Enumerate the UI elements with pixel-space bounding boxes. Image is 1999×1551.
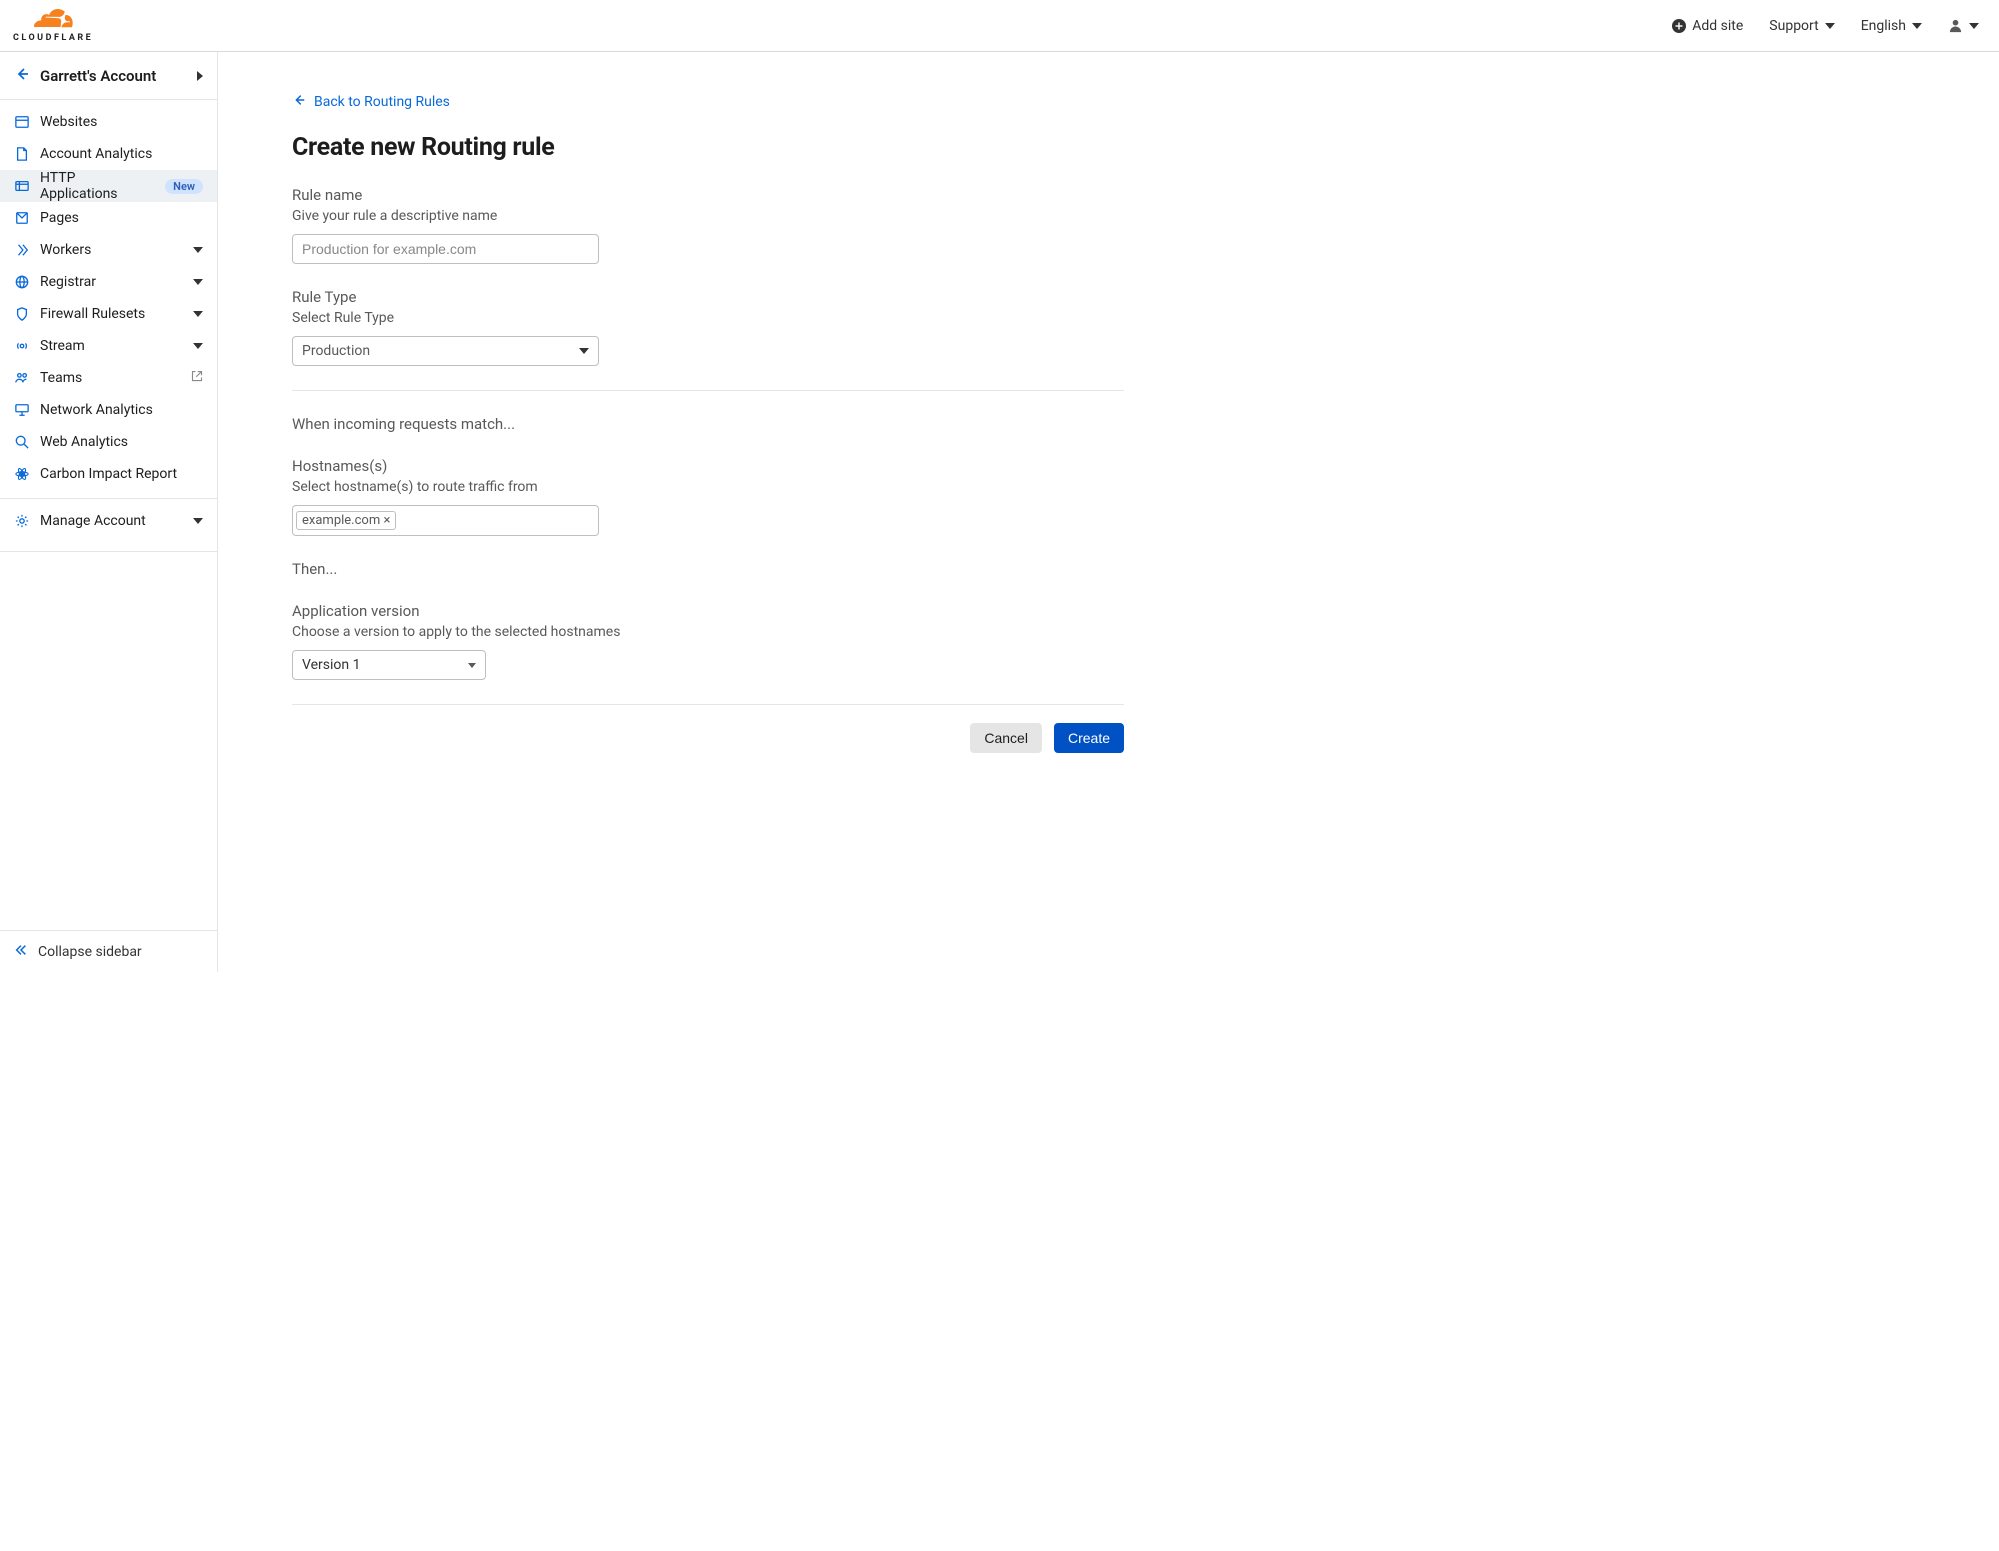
- sidebar-item-stream[interactable]: Stream: [0, 330, 217, 362]
- document-icon: [14, 146, 30, 162]
- chevron-down-icon: [193, 311, 203, 317]
- language-label: English: [1861, 18, 1906, 34]
- then-heading: Then...: [292, 560, 1344, 578]
- version-select[interactable]: Version 1: [292, 650, 486, 680]
- network-icon: [14, 402, 30, 418]
- sidebar-item-carbon-impact[interactable]: Carbon Impact Report: [0, 458, 217, 490]
- atom-icon: [14, 466, 30, 482]
- cloud-icon: [30, 9, 76, 33]
- hostnames-heading: Hostnames(s): [292, 457, 1344, 475]
- sidebar-item-label: Firewall Rulesets: [40, 306, 183, 322]
- chevron-down-icon: [1969, 23, 1979, 29]
- sidebar-item-web-analytics[interactable]: Web Analytics: [0, 426, 217, 458]
- chevron-down-icon: [1825, 23, 1835, 29]
- user-icon: [1948, 18, 1963, 33]
- gear-icon: [14, 513, 30, 529]
- user-menu[interactable]: [1948, 18, 1979, 33]
- sidebar-item-http-applications[interactable]: HTTP Applications New: [0, 170, 217, 202]
- version-heading: Application version: [292, 602, 1344, 620]
- sidebar-item-label: Workers: [40, 242, 183, 258]
- sidebar-item-label: Websites: [40, 114, 203, 130]
- window-icon: [14, 114, 30, 130]
- support-label: Support: [1769, 18, 1818, 34]
- rule-type-help: Select Rule Type: [292, 310, 1344, 326]
- sidebar-item-account-analytics[interactable]: Account Analytics: [0, 138, 217, 170]
- collapse-icon: [14, 943, 28, 961]
- sidebar-item-websites[interactable]: Websites: [0, 106, 217, 138]
- sidebar-item-manage-account[interactable]: Manage Account: [0, 499, 217, 543]
- sidebar-item-label: Teams: [40, 370, 181, 386]
- hostnames-help: Select hostname(s) to route traffic from: [292, 479, 1344, 495]
- plus-circle-icon: [1672, 19, 1686, 33]
- rule-type-select[interactable]: Production: [292, 336, 599, 366]
- applications-icon: [14, 178, 30, 194]
- create-button[interactable]: Create: [1054, 723, 1124, 753]
- rule-type-heading: Rule Type: [292, 288, 1344, 306]
- sidebar-item-teams[interactable]: Teams: [0, 362, 217, 394]
- chevron-down-icon: [579, 348, 589, 354]
- rule-type-value: Production: [302, 343, 579, 359]
- hostnames-input[interactable]: example.com ×: [292, 505, 599, 536]
- chevron-down-icon: [468, 663, 476, 668]
- account-selector[interactable]: Garrett's Account: [0, 52, 217, 100]
- chevron-down-icon: [193, 518, 203, 524]
- sidebar-item-label: Pages: [40, 210, 203, 226]
- shield-icon: [14, 306, 30, 322]
- topbar: CLOUDFLARE Add site Support English: [0, 0, 1999, 52]
- match-heading: When incoming requests match...: [292, 415, 1344, 433]
- collapse-sidebar-button[interactable]: Collapse sidebar: [0, 930, 217, 972]
- account-name: Garrett's Account: [40, 67, 187, 85]
- chevron-down-icon: [1912, 23, 1922, 29]
- sidebar-item-network-analytics[interactable]: Network Analytics: [0, 394, 217, 426]
- teams-icon: [14, 370, 30, 386]
- back-link[interactable]: Back to Routing Rules: [292, 93, 450, 111]
- workers-icon: [14, 242, 30, 258]
- cancel-button[interactable]: Cancel: [970, 723, 1042, 753]
- page-title: Create new Routing rule: [292, 133, 1344, 162]
- sidebar-item-label: Web Analytics: [40, 434, 203, 450]
- sidebar-item-registrar[interactable]: Registrar: [0, 266, 217, 298]
- sidebar: Garrett's Account Websites Account Analy…: [0, 52, 218, 972]
- hostname-chip[interactable]: example.com ×: [296, 511, 396, 530]
- add-site-label: Add site: [1692, 18, 1743, 34]
- sidebar-item-label: Carbon Impact Report: [40, 466, 203, 482]
- chevron-down-icon: [193, 279, 203, 285]
- chevron-down-icon: [193, 247, 203, 253]
- arrow-left-icon: [14, 66, 30, 86]
- hostname-chip-label: example.com ×: [302, 513, 390, 528]
- sidebar-item-label: Network Analytics: [40, 402, 203, 418]
- sidebar-item-label: Stream: [40, 338, 183, 354]
- rule-name-heading: Rule name: [292, 186, 1344, 204]
- arrow-left-icon: [292, 93, 306, 111]
- globe-icon: [14, 274, 30, 290]
- main-content: Back to Routing Rules Create new Routing…: [218, 52, 1418, 972]
- search-icon: [14, 434, 30, 450]
- sidebar-item-label: HTTP Applications: [40, 170, 155, 202]
- sidebar-item-firewall-rulesets[interactable]: Firewall Rulesets: [0, 298, 217, 330]
- new-badge: New: [165, 179, 203, 194]
- pages-icon: [14, 210, 30, 226]
- version-help: Choose a version to apply to the selecte…: [292, 624, 1344, 640]
- sidebar-item-label: Registrar: [40, 274, 183, 290]
- sidebar-item-label: Manage Account: [40, 513, 183, 529]
- sidebar-item-label: Account Analytics: [40, 146, 203, 162]
- collapse-label: Collapse sidebar: [38, 944, 142, 960]
- sidebar-nav: Websites Account Analytics HTTP Applicat…: [0, 100, 217, 490]
- support-menu[interactable]: Support: [1769, 18, 1834, 34]
- version-value: Version 1: [302, 657, 468, 673]
- add-site-button[interactable]: Add site: [1672, 18, 1743, 34]
- rule-name-input[interactable]: [292, 234, 599, 264]
- language-menu[interactable]: English: [1861, 18, 1922, 34]
- chevron-right-icon: [197, 71, 203, 81]
- back-link-label: Back to Routing Rules: [314, 94, 450, 110]
- sidebar-item-workers[interactable]: Workers: [0, 234, 217, 266]
- sidebar-item-pages[interactable]: Pages: [0, 202, 217, 234]
- chevron-down-icon: [193, 343, 203, 349]
- brand-name: CLOUDFLARE: [13, 33, 93, 43]
- brand-logo[interactable]: CLOUDFLARE: [13, 9, 93, 43]
- rule-name-help: Give your rule a descriptive name: [292, 208, 1344, 224]
- stream-icon: [14, 338, 30, 354]
- external-link-icon: [191, 370, 203, 386]
